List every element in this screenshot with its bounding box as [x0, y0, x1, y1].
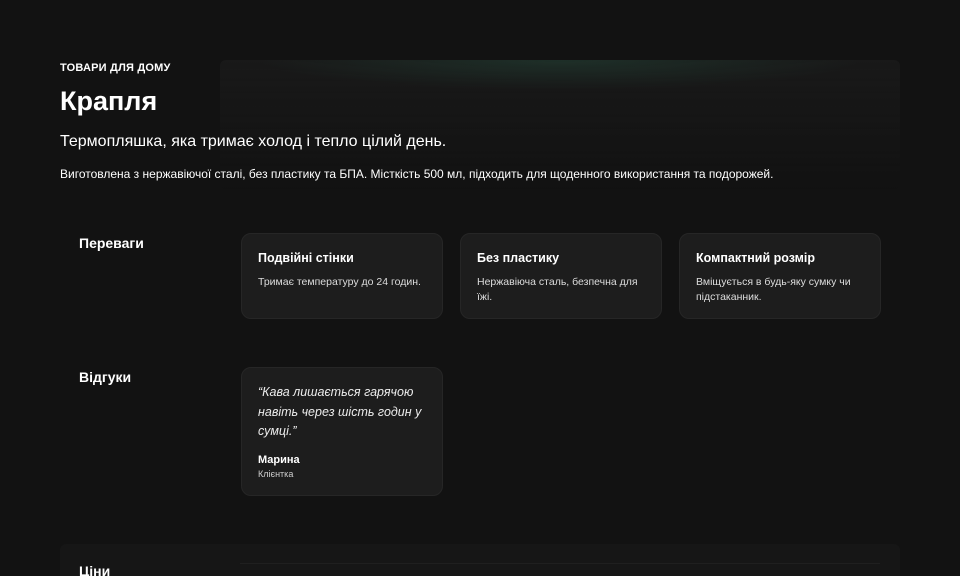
review-author-role: Клієнтка	[258, 468, 294, 479]
product-tagline: Термопляшка, яка тримає холод і тепло ці…	[60, 133, 447, 150]
prices-section-label: Ціни	[79, 563, 111, 576]
benefit-card-title: Подвійні стінки	[258, 251, 354, 265]
benefit-card: Без пластику Нержавіюча сталь, безпечна …	[460, 233, 662, 319]
category-eyebrow: ТОВАРИ ДЛЯ ДОМУ	[60, 62, 171, 74]
benefit-card-text: Тримає температуру до 24 годин.	[258, 276, 421, 288]
review-quote: “Кава лишається гарячою навіть через шіс…	[258, 385, 422, 438]
benefit-card-text: Вміщується в будь-яку сумку чи підстакан…	[696, 276, 851, 303]
benefit-card-title: Без пластику	[477, 251, 560, 265]
review-author: Марина	[258, 453, 300, 466]
hero-section: ТОВАРИ ДЛЯ ДОМУ Крапля Термопляшка, яка …	[60, 60, 900, 190]
benefit-card: Компактний розмір Вміщується в будь-яку …	[679, 233, 881, 319]
prices-section	[60, 544, 900, 576]
benefit-card-title: Компактний розмір	[696, 251, 815, 265]
prices-divider	[240, 563, 880, 564]
reviews-section-label: Відгуки	[79, 369, 132, 385]
benefit-card-text: Нержавіюча сталь, безпечна для їжі.	[477, 276, 638, 303]
product-title: Крапля	[60, 86, 158, 116]
page: ТОВАРИ ДЛЯ ДОМУ Крапля Термопляшка, яка …	[0, 0, 960, 576]
product-description: Виготовлена з нержавіючої сталі, без пла…	[60, 167, 774, 181]
review-card: “Кава лишається гарячою навіть через шіс…	[241, 367, 443, 496]
benefits-section-label: Переваги	[79, 235, 144, 251]
benefit-card: Подвійні стінки Тримає температуру до 24…	[241, 233, 443, 319]
